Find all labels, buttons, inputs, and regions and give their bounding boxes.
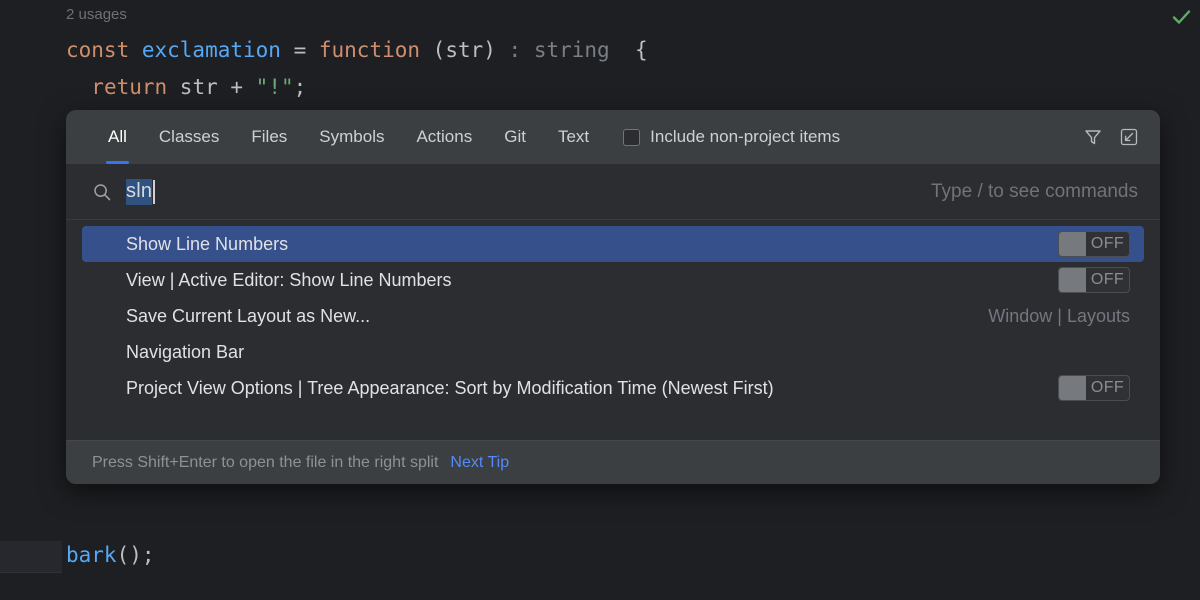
search-result-row[interactable]: Save Current Layout as New... Window | La… — [82, 298, 1144, 334]
commands-hint-label: Type / to see commands — [931, 181, 1138, 203]
search-result-row[interactable]: Show Line Numbers OFF — [82, 226, 1144, 262]
search-result-trailing: OFF — [1040, 267, 1130, 293]
toggle-switch[interactable]: OFF — [1058, 267, 1130, 293]
tab-actions[interactable]: Actions — [400, 110, 488, 164]
green-checkmark-icon[interactable] — [1170, 6, 1192, 28]
search-input-value[interactable]: sln — [126, 179, 152, 205]
editor-gutter — [0, 0, 63, 600]
tab-git[interactable]: Git — [488, 110, 542, 164]
code-line-return: return str + "!"; — [66, 75, 306, 99]
code-token: : string — [496, 38, 610, 62]
tab-text[interactable]: Text — [542, 110, 605, 164]
search-dialog-footer: Press Shift+Enter to open the file in th… — [66, 440, 1160, 484]
search-result-title: Save Current Layout as New... — [126, 306, 370, 327]
tab-all[interactable]: All — [92, 110, 143, 164]
code-line-declaration: const exclamation = function (str) : str… — [66, 38, 648, 62]
checkbox-box-icon[interactable] — [623, 129, 640, 146]
search-icon — [92, 182, 112, 202]
search-result-title: Show Line Numbers — [126, 234, 288, 255]
next-tip-link[interactable]: Next Tip — [450, 454, 509, 472]
search-result-title: Project View Options | Tree Appearance: … — [126, 378, 774, 399]
search-input-row[interactable]: sln Type / to see commands — [66, 164, 1160, 220]
search-result-trailing: OFF — [1040, 375, 1130, 401]
search-result-title: View | Active Editor: Show Line Numbers — [126, 270, 452, 291]
code-token: function — [319, 38, 420, 62]
search-result-trailing: Window | Layouts — [970, 306, 1130, 327]
text-caret — [153, 180, 155, 204]
code-token — [66, 75, 91, 99]
toggle-state-label: OFF — [1086, 379, 1129, 397]
code-token: return — [91, 75, 167, 99]
code-token: (str) — [420, 38, 496, 62]
code-token: "!" — [256, 75, 294, 99]
code-token: bark — [66, 543, 117, 567]
search-result-row[interactable]: Project View Options | Tree Appearance: … — [82, 370, 1144, 406]
search-result-trailing: OFF — [1040, 231, 1130, 257]
toggle-knob — [1059, 232, 1086, 256]
code-line-bark-call: bark(); — [66, 543, 155, 567]
open-in-split-icon[interactable] — [1118, 126, 1140, 148]
include-non-project-items-label: Include non-project items — [650, 127, 840, 147]
search-tabs[interactable]: AllClassesFilesSymbolsActionsGitText — [92, 110, 605, 164]
filter-icon[interactable] — [1082, 126, 1104, 148]
toggle-knob — [1059, 268, 1086, 292]
search-tabs-bar[interactable]: AllClassesFilesSymbolsActionsGitText Inc… — [66, 110, 1160, 164]
tab-classes[interactable]: Classes — [143, 110, 235, 164]
search-results-list[interactable]: Show Line NumbersOFFView | Active Editor… — [66, 220, 1160, 406]
toggle-switch[interactable]: OFF — [1058, 231, 1130, 257]
current-line-gutter-highlight — [0, 541, 62, 571]
code-token: str + — [167, 75, 256, 99]
toggle-switch[interactable]: OFF — [1058, 375, 1130, 401]
search-everywhere-dialog[interactable]: AllClassesFilesSymbolsActionsGitText Inc… — [66, 110, 1160, 484]
code-token: { — [610, 38, 648, 62]
tab-files[interactable]: Files — [235, 110, 303, 164]
search-result-row[interactable]: View | Active Editor: Show Line Numbers O… — [82, 262, 1144, 298]
search-result-location: Window | Layouts — [988, 306, 1130, 327]
code-token: exclamation — [142, 38, 281, 62]
code-token: = — [281, 38, 319, 62]
toggle-knob — [1059, 376, 1086, 400]
code-token: ; — [294, 75, 307, 99]
code-token: const — [66, 38, 142, 62]
code-token: (); — [117, 543, 155, 567]
search-input[interactable]: sln — [126, 179, 915, 205]
search-header-icons[interactable] — [1082, 126, 1146, 148]
search-result-row[interactable]: Navigation Bar — [82, 334, 1144, 370]
tab-symbols[interactable]: Symbols — [303, 110, 400, 164]
include-non-project-items-checkbox[interactable]: Include non-project items — [623, 127, 840, 147]
usages-inlay-hint[interactable]: 2 usages — [66, 6, 127, 23]
search-result-title: Navigation Bar — [126, 342, 244, 363]
footer-tip-text: Press Shift+Enter to open the file in th… — [92, 454, 438, 472]
toggle-state-label: OFF — [1086, 271, 1129, 289]
results-bottom-spacer — [66, 406, 1160, 440]
toggle-state-label: OFF — [1086, 235, 1129, 253]
